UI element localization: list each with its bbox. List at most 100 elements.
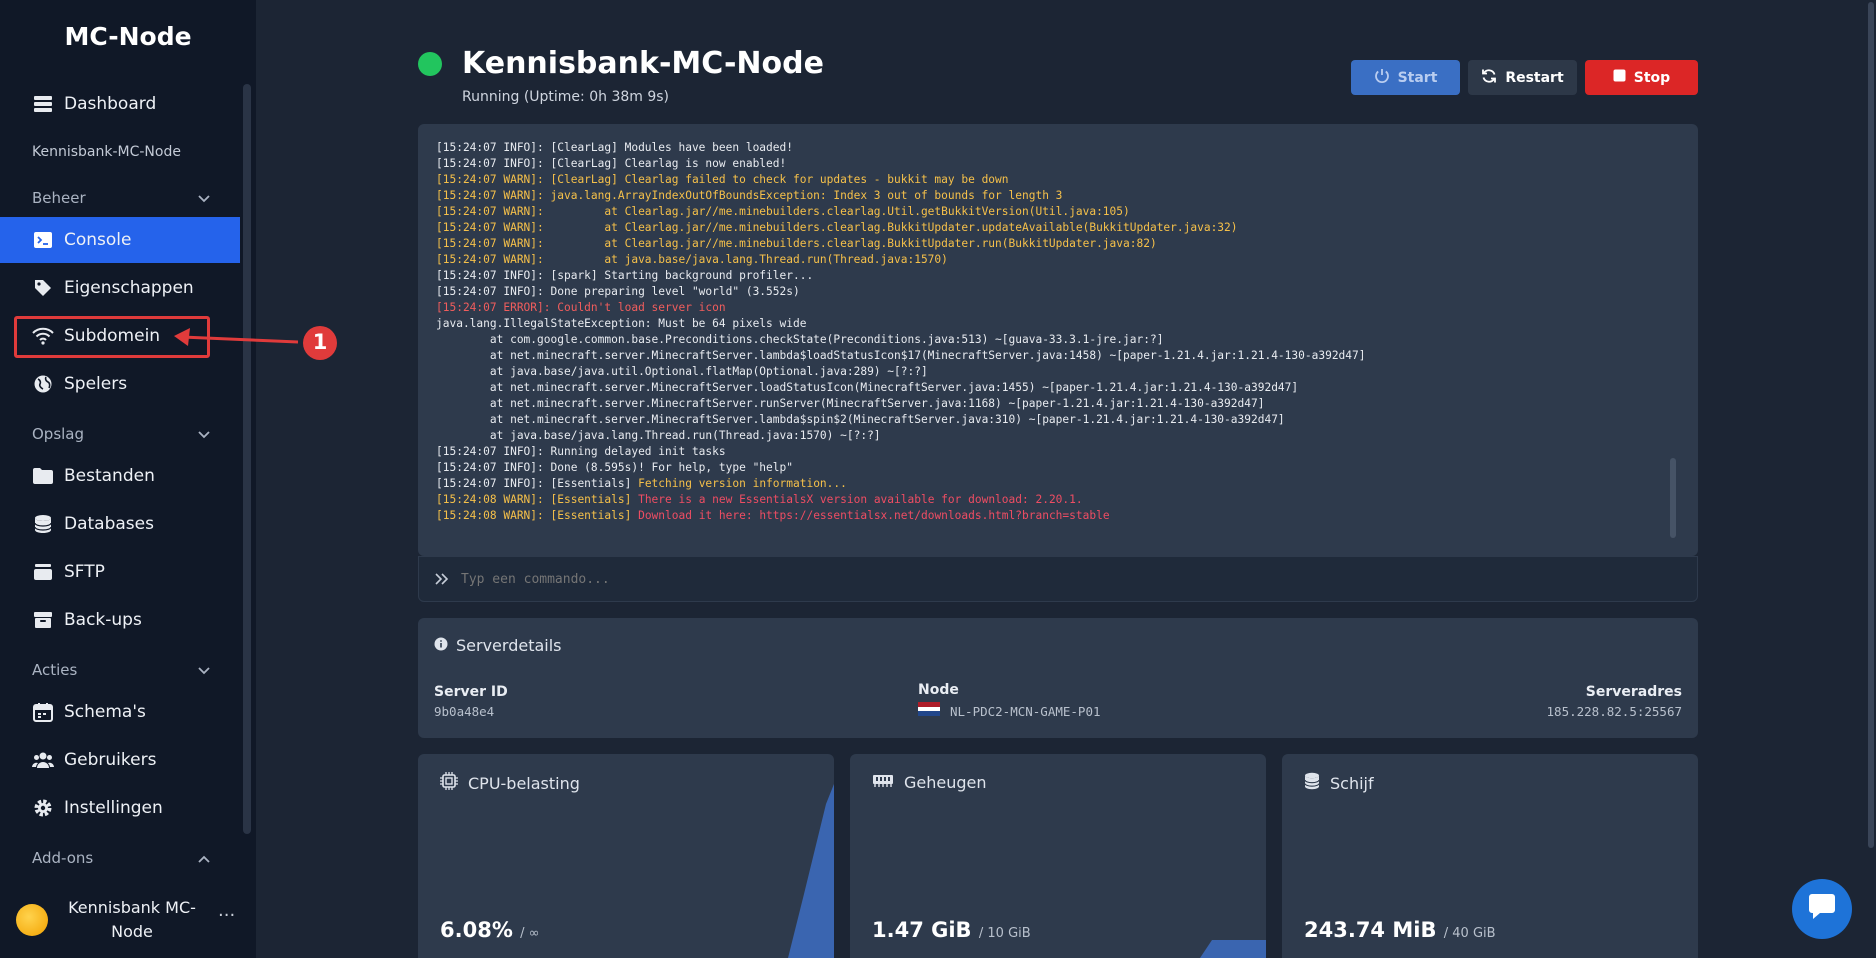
console-line: at net.minecraft.server.MinecraftServer.…	[436, 381, 1299, 394]
memory-card: Geheugen 1.47 GiB / 10 GiB	[850, 754, 1266, 958]
console-line-prefix: [15:24:08 WARN]: [Essentials]	[436, 509, 639, 522]
console-line: [15:24:07 WARN]: java.lang.ArrayIndexOut…	[436, 189, 1063, 202]
nav-group-addons[interactable]: Add-ons	[32, 846, 210, 870]
hdd-stack-icon	[32, 561, 54, 583]
globe-icon	[32, 373, 54, 395]
user-profile[interactable]: Kennisbank MC- Node ···	[0, 890, 256, 950]
avatar[interactable]	[16, 904, 48, 936]
database-icon	[32, 513, 54, 535]
console-log: [15:24:07 INFO]: [ClearLag] Modules have…	[436, 140, 1666, 524]
nav-group-label: Add-ons	[32, 849, 94, 867]
memory-title-label: Geheugen	[904, 772, 987, 792]
sidebar-item-label: Gebruikers	[64, 750, 157, 770]
nav-group-acties[interactable]: Acties	[32, 658, 210, 682]
tag-icon	[32, 277, 54, 299]
sidebar-scrollbar[interactable]	[243, 84, 251, 834]
console-line: at net.minecraft.server.MinecraftServer.…	[436, 349, 1366, 362]
server-details-panel: Serverdetails Server ID 9b0a48e4 Node NL…	[418, 618, 1698, 738]
sidebar-item-eigenschappen[interactable]: Eigenschappen	[0, 265, 240, 311]
sidebar-item-label: Databases	[64, 514, 154, 534]
sidebar-item-sftp[interactable]: SFTP	[0, 549, 240, 595]
memory-card-title: Geheugen	[872, 772, 987, 792]
annotation-marker: 1	[312, 330, 328, 354]
console-output[interactable]: [15:24:07 INFO]: [ClearLag] Modules have…	[418, 124, 1698, 556]
disk-title-label: Schijf	[1330, 773, 1374, 793]
restart-button[interactable]: Restart	[1468, 60, 1577, 95]
start-button-label: Start	[1397, 69, 1438, 86]
disk-limit: / 40 GiB	[1443, 926, 1496, 941]
console-line: [15:24:07 WARN]: at Clearlag.jar//me.min…	[436, 205, 1130, 218]
stop-button-label: Stop	[1633, 69, 1671, 86]
sidebar-item-spelers[interactable]: Spelers	[0, 361, 240, 407]
memory-value-number: 1.47 GiB	[872, 918, 972, 942]
disk-card: Schijf 243.74 MiB / 40 GiB	[1282, 754, 1698, 958]
console-line: at net.minecraft.server.MinecraftServer.…	[436, 413, 1285, 426]
cpu-value-number: 6.08%	[440, 918, 513, 942]
chevron-down-icon	[198, 425, 210, 443]
chat-button[interactable]	[1792, 879, 1852, 939]
sidebar-item-label: Dashboard	[64, 94, 157, 114]
start-button[interactable]: Start	[1351, 60, 1460, 95]
sidebar-item-label: Back-ups	[64, 610, 142, 630]
user-name-line2: Node	[111, 922, 153, 941]
console-line: [15:24:07 WARN]: at Clearlag.jar//me.min…	[436, 221, 1238, 234]
console-line-message: There is a new EssentialsX version avail…	[638, 493, 1083, 506]
user-name-line1: Kennisbank MC-	[68, 898, 196, 917]
memory-value: 1.47 GiB / 10 GiB	[872, 918, 1031, 942]
console-line-message: Fetching version information...	[638, 477, 847, 490]
sidebar-item-label: Schema's	[64, 702, 146, 722]
console-line: at java.base/java.util.Optional.flatMap(…	[436, 365, 928, 378]
console-line: [15:24:08 WARN]: [Essentials] Download i…	[436, 508, 1666, 524]
sidebar-item-backups[interactable]: Back-ups	[0, 597, 240, 643]
command-bar	[418, 556, 1698, 602]
chevron-down-icon	[198, 189, 210, 207]
power-icon	[1374, 68, 1390, 88]
more-options-icon[interactable]: ···	[218, 905, 235, 926]
server-icon	[32, 93, 54, 115]
server-address-value[interactable]: 185.228.82.5:25567	[1547, 704, 1682, 719]
page-title: Kennisbank-MC-Node	[462, 46, 824, 81]
console-line: [15:24:07 INFO]: [Essentials] Fetching v…	[436, 476, 1666, 492]
nav-group-beheer[interactable]: Beheer	[32, 186, 210, 210]
console-scrollbar[interactable]	[1670, 458, 1676, 538]
page-scrollbar-thumb[interactable]	[1868, 2, 1874, 848]
chat-icon	[1807, 893, 1837, 925]
nav-group-opslag[interactable]: Opslag	[32, 422, 210, 446]
memory-limit: / 10 GiB	[978, 926, 1031, 941]
console-line: at java.base/java.lang.Thread.run(Thread…	[436, 429, 881, 442]
sidebar-item-console[interactable]: Console	[0, 217, 240, 263]
sidebar-item-schemas[interactable]: Schema's	[0, 689, 240, 735]
disk-value-number: 243.74 MiB	[1304, 918, 1437, 942]
brand-logo[interactable]: MC-Node	[0, 22, 256, 51]
cpu-card: CPU-belasting 6.08% / ∞	[418, 754, 834, 958]
console-line: java.lang.IllegalStateException: Must be…	[436, 317, 807, 330]
console-line: [15:24:07 INFO]: Done (8.595s)! For help…	[436, 461, 793, 474]
sidebar-item-label: Spelers	[64, 374, 128, 394]
disk-card-title: Schijf	[1304, 772, 1374, 794]
sidebar-item-databases[interactable]: Databases	[0, 501, 240, 547]
status-indicator	[418, 52, 442, 76]
sidebar: MC-Node Dashboard Kennisbank-MC-Node Beh…	[0, 0, 256, 958]
server-address-label: Serveradres	[1585, 684, 1682, 700]
server-id-value[interactable]: 9b0a48e4	[434, 704, 494, 719]
console-line: [15:24:07 INFO]: Running delayed init ta…	[436, 445, 726, 458]
database-icon	[1304, 772, 1320, 794]
users-icon	[32, 749, 54, 771]
stop-button[interactable]: Stop	[1585, 60, 1698, 95]
gear-icon	[32, 797, 54, 819]
sidebar-item-bestanden[interactable]: Bestanden	[0, 453, 240, 499]
command-input[interactable]	[461, 571, 1641, 587]
sidebar-item-instellingen[interactable]: Instellingen	[0, 785, 240, 831]
console-line: [15:24:07 WARN]: at java.base/java.lang.…	[436, 253, 948, 266]
cpu-limit: / ∞	[520, 926, 540, 941]
sidebar-item-gebruikers[interactable]: Gebruikers	[0, 737, 240, 783]
details-title: Serverdetails	[434, 636, 562, 655]
details-title-label: Serverdetails	[456, 636, 562, 655]
sidebar-item-dashboard[interactable]: Dashboard	[0, 81, 240, 127]
restart-button-label: Restart	[1505, 69, 1564, 86]
cpu-value: 6.08% / ∞	[440, 918, 540, 942]
node-value[interactable]: NL-PDC2-MCN-GAME-P01	[950, 704, 1101, 719]
console-line: [15:24:07 INFO]: [spark] Starting backgr…	[436, 269, 814, 282]
console-line: [15:24:07 INFO]: [ClearLag] Clearlag is …	[436, 157, 787, 170]
console-line-prefix: [15:24:07 INFO]: [Essentials]	[436, 477, 639, 490]
